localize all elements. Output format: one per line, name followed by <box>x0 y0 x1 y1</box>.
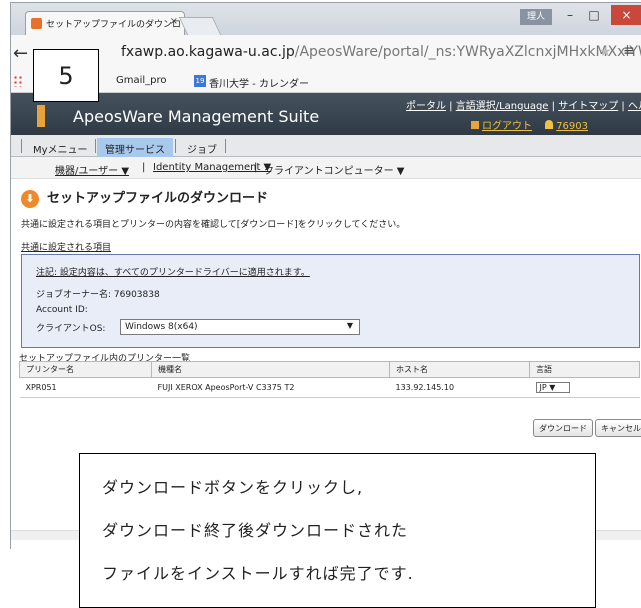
profile-badge[interactable]: 理人 <box>520 9 552 25</box>
header-links: ポータル | 言語選択/Language | サイトマップ | ヘル <box>406 97 641 112</box>
table-header-row: プリンター名 機種名 ホスト名 言語 <box>19 361 640 378</box>
logout-link[interactable]: ログアウト <box>482 121 532 132</box>
browser-tab[interactable]: セットアップファイルのダウンロー × <box>25 11 185 35</box>
user-icon <box>545 120 554 129</box>
note-text: 注記: 設定内容は、すべてのプリンタードライバーに適用されます。 <box>36 268 310 278</box>
common-settings-panel: 注記: 設定内容は、すべてのプリンタードライバーに適用されます。 ジョブオーナー… <box>21 254 640 348</box>
callout-line: ファイルをインストールすれば完了です. <box>102 564 414 583</box>
client-os-value: Windows 8(x64) <box>125 322 198 332</box>
divider <box>95 139 96 153</box>
logout-icon <box>471 121 479 129</box>
printer-host: 133.92.145.10 <box>389 377 530 398</box>
column-header: 言語 <box>529 361 640 378</box>
main-tabs: Myメニュー 管理サービス ジョブ <box>11 135 641 157</box>
page-title-text: セットアップファイルのダウンロード <box>47 191 269 206</box>
app-title: ApeosWare Management Suite <box>73 107 320 126</box>
apps-icon[interactable] <box>13 75 23 87</box>
divider <box>21 139 22 153</box>
language-cell: JP ▼ <box>529 377 640 398</box>
table-row: XPR051 FUJI XEROX ApeosPort-V C3375 T2 1… <box>19 377 640 398</box>
calendar-icon: 19 <box>194 75 206 87</box>
tab-admin-services[interactable]: 管理サービス <box>97 138 173 157</box>
client-os-select[interactable]: Windows 8(x64) ▼ <box>120 319 360 335</box>
column-header: 機種名 <box>151 361 390 378</box>
maximize-button[interactable]: □ <box>583 8 605 22</box>
menu-devices-users[interactable]: 機器/ユーザー ▼ <box>55 162 129 177</box>
header-link-portal[interactable]: ポータル <box>406 101 446 112</box>
tab-title: セットアップファイルのダウンロー <box>46 20 185 30</box>
divider <box>225 139 226 153</box>
printer-table: プリンター名 機種名 ホスト名 言語 XPR051 FUJI XEROX Ape… <box>19 361 640 398</box>
download-arrow-icon: ⬇ <box>21 189 39 208</box>
column-header: ホスト名 <box>389 361 530 378</box>
url-host: fxawp.ao.kagawa-u.ac.jp <box>121 44 295 60</box>
tab-my-menu[interactable]: Myメニュー <box>25 138 96 157</box>
new-tab-button[interactable] <box>178 17 222 35</box>
divider: | <box>142 162 146 173</box>
sub-menu: 機器/ユーザー ▼ | Identity Management ▼ | クライア… <box>11 157 641 179</box>
browser-toolbar: ← fxawp.ao.kagawa-u.ac.jp/ApeosWare/port… <box>11 35 641 71</box>
header-link-help[interactable]: ヘル <box>628 101 641 112</box>
header-link-language[interactable]: 言語選択/Language <box>456 101 549 112</box>
logo-icon <box>37 105 45 127</box>
minimize-button[interactable]: – <box>559 8 581 22</box>
cancel-button[interactable]: キャンセル <box>595 419 641 437</box>
chevron-down-icon: ▼ <box>346 321 353 330</box>
app-header: ApeosWare Management Suite ポータル | 言語選択/L… <box>11 93 641 135</box>
callout-line: ダウンロード終了後ダウンロードされた <box>102 521 409 540</box>
printer-name: XPR051 <box>19 377 152 398</box>
back-arrow-icon[interactable]: ← <box>13 43 28 64</box>
url-path: /ApeosWare/portal/_ns:YWRyaXZlcnxjMHxkMX… <box>294 44 641 60</box>
menu-client-computers[interactable]: クライアントコンピューター ▼ <box>264 162 404 177</box>
header-link-sitemap[interactable]: サイトマップ <box>558 101 618 112</box>
bookmark-calendar[interactable]: 香川大学 - カレンダー <box>209 75 309 90</box>
common-section-label: 共通に設定される項目 <box>21 243 112 253</box>
language-value: JP <box>539 383 547 392</box>
callout-line: ダウンロードボタンをクリックし, <box>102 478 364 497</box>
column-header: プリンター名 <box>19 361 152 378</box>
tab-close-icon[interactable]: × <box>170 16 178 27</box>
printer-model: FUJI XEROX ApeosPort-V C3375 T2 <box>151 377 390 398</box>
bookmarks-bar: Gmail_pro 19 香川大学 - カレンダー <box>11 71 641 93</box>
divider: | <box>254 162 258 173</box>
address-bar[interactable]: fxawp.ao.kagawa-u.ac.jp/ApeosWare/portal… <box>121 44 641 60</box>
menu-icon[interactable]: ≡ <box>623 43 635 59</box>
user-id-link[interactable]: 76903 <box>556 121 588 132</box>
favicon-icon <box>31 18 42 29</box>
download-button[interactable]: ダウンロード <box>533 419 593 437</box>
title-bar: セットアップファイルのダウンロー × 理人 – □ × <box>11 3 641 35</box>
account-id-label: Account ID: <box>36 305 88 315</box>
tab-jobs[interactable]: ジョブ <box>179 138 225 157</box>
language-select[interactable]: JP ▼ <box>535 382 570 393</box>
bookmark-star-icon[interactable]: ★ <box>599 44 612 60</box>
client-os-label: クライアントOS: <box>36 324 106 334</box>
divider <box>175 139 176 153</box>
bookmark-gmail[interactable]: Gmail_pro <box>116 75 167 86</box>
job-owner-label: ジョブオーナー名: 76903838 <box>36 290 160 300</box>
step-number-box: 5 <box>33 49 99 102</box>
instruction-text: 共通に設定される項目とプリンターの内容を確認して[ダウンロード]をクリックしてく… <box>21 220 406 230</box>
instruction-callout: ダウンロードボタンをクリックし, ダウンロード終了後ダウンロードされた ファイル… <box>79 453 596 608</box>
page-title: ⬇ セットアップファイルのダウンロード <box>21 187 268 208</box>
header-user-area: ログアウト 76903 <box>471 117 588 132</box>
window-close-button[interactable]: × <box>611 5 641 25</box>
